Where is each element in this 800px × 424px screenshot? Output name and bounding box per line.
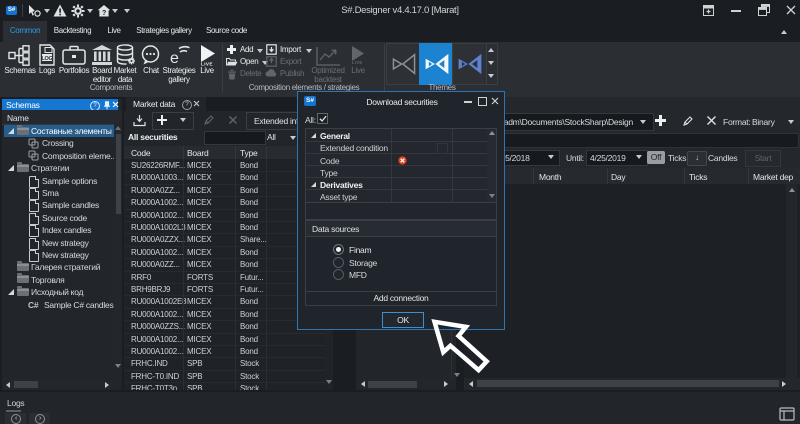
svg-text:LIVE: LIVE: [352, 60, 363, 64]
svg-text:e: e: [170, 50, 179, 66]
svg-text:?: ?: [102, 10, 106, 17]
svg-text:LOG: LOG: [41, 56, 52, 62]
